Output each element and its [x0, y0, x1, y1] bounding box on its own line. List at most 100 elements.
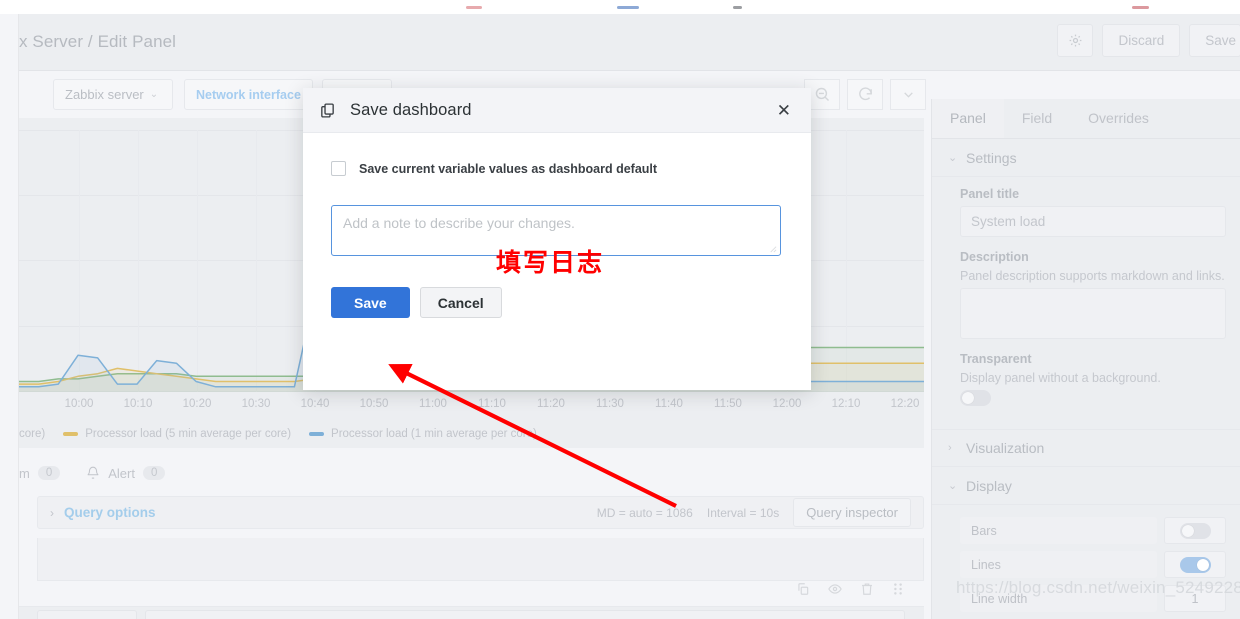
x-axis-tick: 11:00: [419, 398, 447, 410]
close-icon[interactable]: ✕: [773, 100, 795, 121]
discard-button[interactable]: Discard: [1102, 24, 1180, 57]
variable-zabbix-server[interactable]: Zabbix server ⌄: [53, 79, 173, 110]
bell-icon: [86, 466, 100, 480]
bars-toggle[interactable]: [1180, 523, 1211, 539]
toggle-knob: [1197, 559, 1209, 571]
x-axis-tick: 12:00: [773, 398, 802, 410]
breadcrumb[interactable]: x Server / Edit Panel: [19, 32, 176, 52]
modal-save-button[interactable]: Save: [331, 287, 410, 318]
query-options-meta: MD = auto = 1086 Interval = 10s Query in…: [597, 498, 911, 527]
save-dashboard-modal: Save dashboard ✕ Save current variable v…: [303, 88, 811, 390]
options-tabs: Panel Field Overrides: [932, 99, 1240, 139]
note-textarea[interactable]: Add a note to describe your changes.: [331, 205, 781, 256]
modal-header: Save dashboard ✕: [303, 88, 811, 133]
modal-body: Save current variable values as dashboar…: [303, 133, 811, 318]
query-row: [37, 538, 924, 581]
x-axis-tick: 10:40: [301, 398, 330, 410]
legend-item[interactable]: Processor load (1 min average per core): [309, 428, 537, 440]
chevron-down-icon: ⌄: [150, 89, 158, 100]
legend-label: Processor load (1 min average per core): [331, 428, 537, 440]
tab-overrides[interactable]: Overrides: [1070, 99, 1167, 138]
description-textarea[interactable]: [960, 288, 1226, 339]
chart-legend: core) Processor load (5 min average per c…: [19, 424, 924, 444]
query-options-bar[interactable]: › Query options MD = auto = 1086 Interva…: [37, 496, 924, 529]
section-settings[interactable]: ⌄ Settings: [932, 139, 1240, 177]
display-label-linewidth: Line width: [960, 585, 1157, 612]
alert-label: Alert: [108, 466, 135, 481]
tab-panel[interactable]: Panel: [932, 99, 1004, 138]
top-header-bar: x Server / Edit Panel Discard Save: [19, 14, 1240, 71]
zoom-out-icon: [814, 86, 831, 103]
transform-count: 0: [38, 466, 60, 480]
modal-actions: Save Cancel: [331, 287, 783, 318]
save-button[interactable]: Save: [1189, 24, 1240, 57]
alert-count: 0: [143, 466, 165, 480]
copy-icon[interactable]: [796, 582, 810, 596]
transform-label: m: [19, 466, 30, 481]
bars-toggle-wrap[interactable]: [1164, 517, 1226, 544]
resize-grip-icon[interactable]: [768, 244, 777, 253]
gear-icon: [1068, 33, 1083, 48]
section-visualization-label: Visualization: [966, 440, 1044, 456]
browser-tab-strip: [0, 0, 1240, 14]
linewidth-input[interactable]: 1: [1164, 585, 1226, 612]
tab-mark: [1132, 6, 1149, 9]
lines-toggle[interactable]: [1180, 557, 1211, 573]
legend-label: Processor load (5 min average per core): [85, 428, 291, 440]
refresh-button[interactable]: [847, 79, 883, 110]
x-axis-tick: 10:10: [124, 398, 153, 410]
variable-label: Zabbix server: [65, 87, 144, 102]
x-axis-tick: 12:20: [891, 398, 920, 410]
legend-label: core): [19, 428, 45, 440]
legend-item[interactable]: core): [19, 428, 45, 440]
eye-icon[interactable]: [828, 582, 842, 596]
panel-title-input[interactable]: System load: [960, 206, 1226, 237]
section-settings-label: Settings: [966, 150, 1017, 166]
transparent-toggle[interactable]: [960, 390, 991, 406]
alert-stat[interactable]: Alert 0: [86, 466, 165, 481]
transform-stat[interactable]: m 0: [19, 466, 60, 481]
x-axis-tick: 10:30: [242, 398, 271, 410]
modal-title: Save dashboard: [350, 101, 472, 120]
query-row-actions: [796, 582, 904, 596]
x-axis-tick: 10:50: [360, 398, 389, 410]
drag-handle-icon[interactable]: [892, 582, 904, 596]
panel-settings-button[interactable]: [1057, 24, 1093, 57]
legend-item[interactable]: Processor load (5 min average per core): [63, 428, 291, 440]
modal-cancel-button[interactable]: Cancel: [420, 287, 502, 318]
x-axis-tick: 11:20: [537, 398, 565, 410]
tab-mark: [733, 6, 742, 9]
display-body: Bars Lines Line width 1: [932, 505, 1240, 619]
transparent-help: Display panel without a background.: [960, 371, 1226, 385]
save-variables-checkbox-row[interactable]: Save current variable values as dashboar…: [331, 161, 783, 176]
chevron-down-icon: [902, 88, 915, 101]
section-display[interactable]: ⌄ Display: [932, 467, 1240, 505]
toggle-knob: [962, 392, 974, 404]
toggle-knob: [1182, 525, 1194, 537]
query-editor-stub[interactable]: [145, 610, 905, 619]
lines-toggle-wrap[interactable]: [1164, 551, 1226, 578]
display-label-bars: Bars: [960, 517, 1157, 544]
save-variables-checkbox[interactable]: [331, 161, 346, 176]
note-wrapper: Add a note to describe your changes.: [331, 205, 783, 256]
chevron-right-icon: ›: [948, 442, 956, 454]
section-visualization[interactable]: › Visualization: [932, 429, 1240, 467]
x-axis-tick: 11:40: [655, 398, 683, 410]
refresh-icon: [857, 86, 874, 103]
x-axis-tick: 10:20: [183, 398, 212, 410]
chevron-down-icon: ⌄: [948, 479, 956, 492]
trash-icon[interactable]: [860, 582, 874, 596]
query-inspector-button[interactable]: Query inspector: [793, 498, 911, 527]
display-row-linewidth: Line width 1: [960, 585, 1226, 612]
tab-mark: [466, 6, 482, 9]
display-row-lines: Lines: [960, 551, 1226, 578]
display-label-lines: Lines: [960, 551, 1157, 578]
variable-network-interface[interactable]: Network interface: [184, 79, 313, 110]
refresh-interval-dropdown[interactable]: [890, 79, 926, 110]
tab-field[interactable]: Field: [1004, 99, 1070, 138]
query-datasource-stub[interactable]: [37, 610, 137, 619]
panel-stats-row: m 0 Alert 0: [19, 454, 924, 492]
x-axis-tick: 11:10: [478, 398, 506, 410]
chevron-down-icon: ⌄: [948, 151, 956, 164]
legend-swatch: [309, 432, 324, 436]
